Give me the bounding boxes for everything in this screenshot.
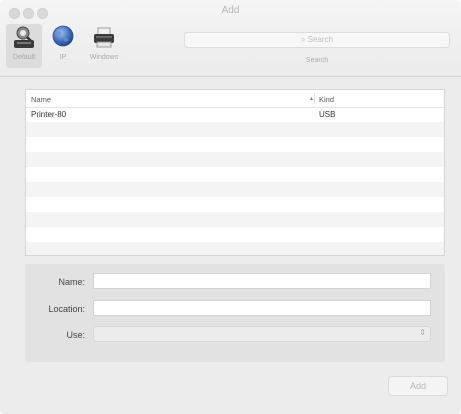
empty-row	[26, 242, 444, 255]
name-field[interactable]	[93, 273, 431, 289]
default-printer-icon	[11, 24, 37, 50]
name-label: Name:	[58, 277, 85, 287]
empty-row	[26, 212, 444, 227]
table-row[interactable]: Printer-80 USB	[26, 107, 444, 122]
printer-name-cell: Printer-80	[31, 110, 67, 119]
column-header-kind[interactable]: Kind	[319, 95, 334, 104]
empty-row	[26, 152, 444, 167]
titlebar: Add Default IP Windows ⌕ Search Search	[0, 0, 461, 77]
search-placeholder: Search	[307, 35, 334, 44]
toolbar-ip-label: IP	[59, 54, 67, 61]
location-label: Location:	[48, 304, 85, 314]
toolbar-windows-label: Windows	[89, 54, 119, 61]
search-icon: ⌕	[300, 35, 306, 44]
printer-table[interactable]: Name ▴ Kind Printer-80 USB	[25, 89, 445, 256]
add-button[interactable]: Add	[388, 376, 448, 396]
use-label: Use:	[66, 330, 85, 340]
printer-details-form: Name: Location: Use: ⇕	[25, 264, 445, 362]
add-printer-window: Add Default IP Windows ⌕ Search Search N…	[0, 0, 461, 414]
location-field[interactable]	[93, 300, 431, 316]
empty-row	[26, 137, 444, 152]
toolbar-default[interactable]: Default	[6, 24, 42, 68]
table-rows: Printer-80 USB	[26, 107, 444, 255]
empty-row	[26, 122, 444, 137]
column-divider[interactable]	[314, 93, 315, 104]
window-title: Add	[221, 5, 240, 16]
toolbar-default-label: Default	[12, 54, 36, 61]
empty-row	[26, 182, 444, 197]
printer-kind-cell: USB	[319, 110, 336, 119]
up-down-chevron-icon: ⇕	[419, 328, 426, 337]
search-label: Search	[305, 57, 329, 64]
search-input[interactable]: ⌕ Search	[184, 32, 450, 48]
empty-row	[26, 167, 444, 182]
toolbar-ip[interactable]: IP	[50, 24, 76, 68]
printer-icon	[91, 24, 117, 50]
table-header: Name ▴ Kind	[26, 90, 444, 108]
column-header-name[interactable]: Name	[31, 95, 51, 104]
sort-ascending-icon: ▴	[310, 96, 314, 102]
globe-icon	[50, 24, 76, 50]
toolbar-windows[interactable]: Windows	[84, 24, 124, 68]
empty-row	[26, 227, 444, 242]
empty-row	[26, 197, 444, 212]
use-select[interactable]: ⇕	[93, 326, 431, 342]
